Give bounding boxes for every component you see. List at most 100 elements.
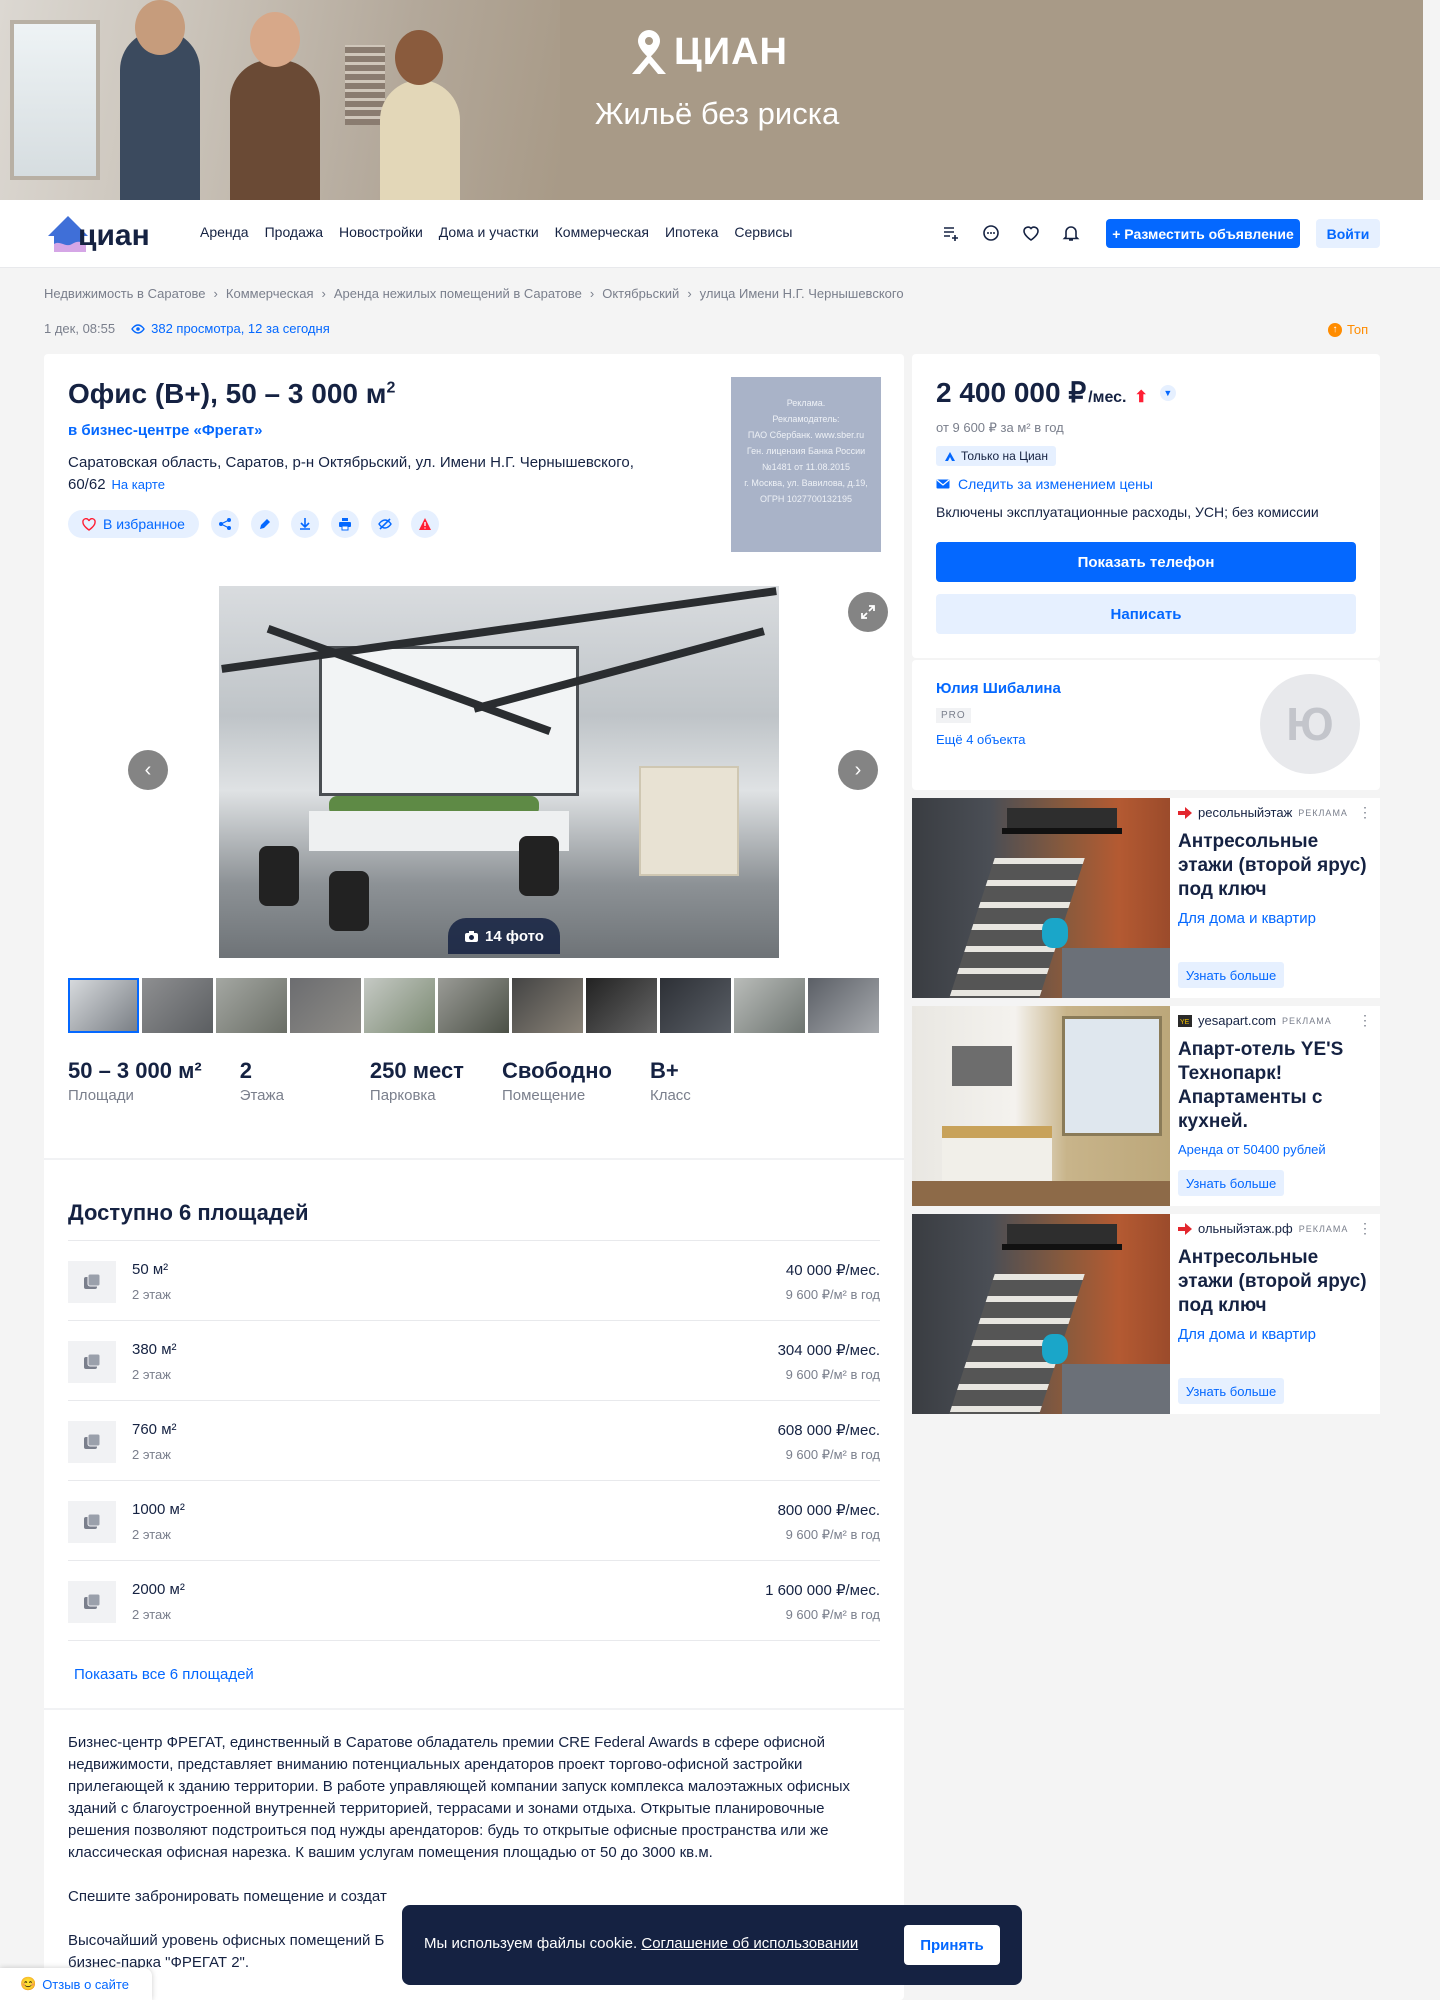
eye-icon	[131, 323, 145, 334]
accept-cookies-button[interactable]: Принять	[904, 1925, 1000, 1965]
ad-source: YE yesapart.com РЕКЛАМА ⋮	[1178, 1012, 1372, 1029]
more-options-icon[interactable]: ⋮	[1358, 804, 1372, 821]
area-row[interactable]: 50 м² 2 этаж 40 000 ₽/мес. 9 600 ₽/м² в …	[68, 1241, 880, 1321]
sber-ad-notice[interactable]: Реклама. Рекламодатель: ПАО Сбербанк. ww…	[731, 377, 881, 552]
cookie-policy-link[interactable]: Соглашение об использовании	[641, 1935, 858, 1952]
ad-title[interactable]: Антресольные этажи (второй ярус) под клю…	[1178, 1246, 1372, 1318]
thumbnail[interactable]	[364, 978, 435, 1033]
thumbnail[interactable]	[216, 978, 287, 1033]
map-link[interactable]: На карте	[112, 477, 165, 492]
print-button[interactable]	[330, 510, 359, 538]
top-badge: ↑ Топ	[1328, 322, 1368, 337]
breadcrumb-item[interactable]: Аренда нежилых помещений в Саратове	[334, 286, 582, 301]
banner-photo	[0, 0, 560, 200]
views-stats[interactable]: 382 просмотра, 12 за сегодня	[131, 321, 330, 336]
heart-icon[interactable]	[1020, 222, 1042, 244]
camera-icon	[465, 930, 479, 942]
ad-card[interactable]: ресольныйэтаж РЕКЛАМА ⋮ Антресольные этажи…	[912, 798, 1380, 998]
ad-learn-more-button[interactable]: Узнать больше	[1178, 1378, 1284, 1404]
ad-subtitle[interactable]: Для дома и квартир	[1178, 910, 1316, 927]
ad-title[interactable]: Апарт-отель YE'S Технопарк! Апартаменты …	[1178, 1038, 1372, 1134]
area-row[interactable]: 760 м² 2 этаж 608 000 ₽/мес. 9 600 ₽/м² …	[68, 1401, 880, 1481]
cian-logo[interactable]: циан	[46, 210, 158, 258]
area-row[interactable]: 1000 м² 2 этаж 800 000 ₽/мес. 9 600 ₽/м²…	[68, 1481, 880, 1561]
business-center-link[interactable]: в бизнес-центре «Фрегат»	[68, 422, 262, 439]
show-phone-button[interactable]: Показать телефон	[936, 542, 1356, 582]
chevron-right-icon: ›	[213, 286, 218, 301]
ad-learn-more-button[interactable]: Узнать больше	[1178, 1170, 1284, 1196]
fullscreen-button[interactable]	[848, 592, 888, 632]
share-icon	[218, 518, 231, 530]
thumbnail[interactable]	[734, 978, 805, 1033]
photo-count-badge[interactable]: 14 фото	[448, 918, 560, 954]
agent-card: Юлия Шибалина PRO Ещё 4 объекта Ю	[912, 660, 1380, 790]
follow-price-link[interactable]: Следить за изменением цены	[936, 476, 1153, 492]
only-cian-badge: Только на Циан	[936, 446, 1056, 466]
warning-icon	[418, 518, 431, 530]
favorite-button[interactable]: В избранное	[68, 510, 199, 538]
compare-icon[interactable]	[940, 222, 962, 244]
bell-icon[interactable]	[1060, 222, 1082, 244]
edit-button[interactable]	[250, 510, 279, 538]
next-photo-button[interactable]: ›	[838, 750, 878, 790]
ad-subtitle[interactable]: Для дома и квартир	[1178, 1326, 1316, 1343]
show-all-areas-link[interactable]: Показать все 6 площадей	[74, 1666, 254, 1683]
chat-icon[interactable]	[980, 222, 1002, 244]
photo-gallery: 14 фото ‹ ›	[68, 578, 888, 958]
breadcrumb-item[interactable]: улица Имени Н.Г. Чернышевского	[700, 286, 904, 301]
ad-card[interactable]: YE yesapart.com РЕКЛАМА ⋮ Апарт-отель YE'S…	[912, 1006, 1380, 1206]
thumbnail[interactable]	[142, 978, 213, 1033]
breadcrumb-item[interactable]: Недвижимость в Саратове	[44, 286, 206, 301]
ad-image[interactable]	[912, 1006, 1170, 1206]
thumbnail[interactable]	[586, 978, 657, 1033]
photo-placeholder-icon	[68, 1581, 116, 1623]
hide-button[interactable]	[370, 510, 399, 538]
login-button[interactable]: Войти	[1316, 219, 1380, 248]
thumbnail[interactable]	[68, 978, 139, 1033]
nav-new-buildings[interactable]: Новостройки	[339, 224, 423, 240]
pro-badge: PRO	[936, 708, 971, 723]
area-row[interactable]: 2000 м² 2 этаж 1 600 000 ₽/мес. 9 600 ₽/…	[68, 1561, 880, 1641]
feedback-button[interactable]: 😊 Отзыв о сайте	[0, 1968, 152, 2000]
area-row[interactable]: 380 м² 2 этаж 304 000 ₽/мес. 9 600 ₽/м² …	[68, 1321, 880, 1401]
nav-services[interactable]: Сервисы	[734, 224, 792, 240]
breadcrumb-item[interactable]: Октябрьский	[602, 286, 679, 301]
nav-sale[interactable]: Продажа	[265, 224, 323, 240]
thumbnail[interactable]	[512, 978, 583, 1033]
nav-rent[interactable]: Аренда	[200, 224, 249, 240]
download-button[interactable]	[290, 510, 319, 538]
breadcrumb-item[interactable]: Коммерческая	[226, 286, 314, 301]
nav-mortgage[interactable]: Ипотека	[665, 224, 718, 240]
share-button[interactable]	[210, 510, 239, 538]
thumbnail[interactable]	[438, 978, 509, 1033]
ad-learn-more-button[interactable]: Узнать больше	[1178, 962, 1284, 988]
more-options-icon[interactable]: ⋮	[1358, 1220, 1372, 1237]
avatar[interactable]: Ю	[1260, 674, 1360, 774]
report-button[interactable]	[410, 510, 439, 538]
chevron-down-icon[interactable]: ▼	[1159, 384, 1176, 401]
agent-name[interactable]: Юлия Шибалина	[936, 680, 1061, 697]
thumbnail[interactable]	[808, 978, 879, 1033]
nav-commercial[interactable]: Коммерческая	[555, 224, 649, 240]
chevron-right-icon: ›	[854, 758, 862, 781]
agent-more-objects-link[interactable]: Ещё 4 объекта	[936, 732, 1026, 747]
photo-thumbnails	[68, 978, 880, 1033]
thumbnail[interactable]	[290, 978, 361, 1033]
more-options-icon[interactable]: ⋮	[1358, 1012, 1372, 1029]
ad-image[interactable]	[912, 798, 1170, 998]
nav-houses[interactable]: Дома и участки	[439, 224, 539, 240]
thumbnail[interactable]	[660, 978, 731, 1033]
cian-mark-icon	[945, 451, 955, 461]
divider	[44, 1708, 904, 1710]
main-photo[interactable]: 14 фото	[219, 586, 779, 958]
promo-banner[interactable]: ЦИАН Жильё без риска	[0, 0, 1423, 200]
areas-list: 50 м² 2 этаж 40 000 ₽/мес. 9 600 ₽/м² в …	[68, 1240, 880, 1641]
post-listing-button[interactable]: + Разместить объявление	[1106, 219, 1300, 248]
write-message-button[interactable]: Написать	[936, 594, 1356, 634]
prev-photo-button[interactable]: ‹	[128, 750, 168, 790]
mail-icon	[936, 479, 950, 489]
ad-image[interactable]	[912, 1214, 1170, 1414]
ad-subtitle[interactable]: Аренда от 50400 рублей	[1178, 1142, 1326, 1157]
ad-card[interactable]: ольныйэтаж.рф РЕКЛАМА ⋮ Антресольные этажи…	[912, 1214, 1380, 1414]
ad-title[interactable]: Антресольные этажи (второй ярус) под клю…	[1178, 830, 1372, 902]
